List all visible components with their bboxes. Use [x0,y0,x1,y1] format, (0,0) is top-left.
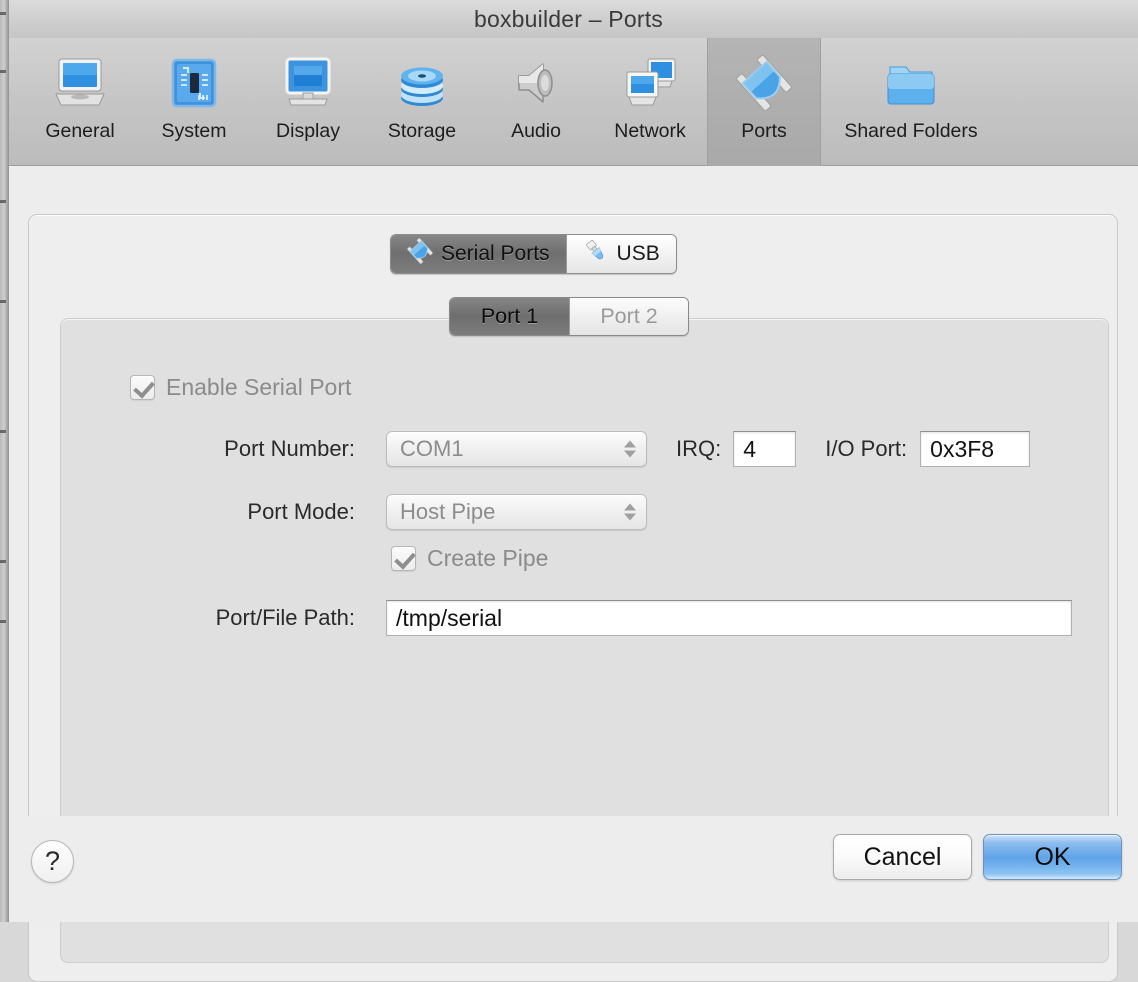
tab-usb-label: USB [616,242,660,265]
toolbar-item-display[interactable]: Display [251,38,365,166]
display-icon [277,52,339,114]
toolbar-label-audio: Audio [511,120,561,142]
create-pipe-row[interactable]: Create Pipe [391,545,548,572]
port-mode-select[interactable]: Host Pipe [386,494,647,530]
window-title: boxbuilder – Ports [474,5,663,32]
disk-stack-icon [391,52,453,114]
ok-button[interactable]: OK [983,834,1122,880]
monitor-icon [49,52,111,114]
background-window-strip [0,0,9,922]
network-icon [619,52,681,114]
enable-serial-port-label: Enable Serial Port [166,374,352,400]
create-pipe-checkbox[interactable] [391,546,416,571]
toolbar-item-audio[interactable]: Audio [479,38,593,166]
toolbar-label-ports: Ports [741,120,787,142]
toolbar-label-system: System [161,120,227,142]
port-mode-value: Host Pipe [400,499,496,524]
enable-serial-port-row[interactable]: Enable Serial Port [130,374,351,401]
io-port-label: I/O Port: [825,436,908,461]
toolbar-label-storage: Storage [387,120,457,142]
speaker-icon [505,52,567,114]
motherboard-icon [163,52,225,114]
port-number-stepper-icon[interactable] [624,440,636,458]
port-file-path-label: Port/File Path: [215,605,355,630]
tab-usb[interactable]: USB [565,235,676,273]
toolbar-item-storage[interactable]: Storage [365,38,479,166]
dialog-footer: ? Cancel OK [9,816,1138,922]
toolbar-label-general: General [45,120,115,142]
irq-label: IRQ: [676,436,722,461]
toolbar-item-network[interactable]: Network [593,38,707,166]
tab-serial-ports-label: Serial Ports [441,242,550,265]
tab-serial-ports[interactable]: Serial Ports [391,235,566,273]
cancel-button[interactable]: Cancel [833,834,972,880]
section-tab-bar: Serial Ports USB [390,234,677,274]
irq-input[interactable]: 4 [733,431,797,467]
usb-plug-icon [583,238,609,270]
ports-plug-icon [733,52,795,114]
enable-serial-port-checkbox[interactable] [130,375,155,400]
port-mode-stepper-icon[interactable] [624,503,636,521]
port-number-label: Port Number: [224,436,355,461]
toolbar-item-system[interactable]: System [137,38,251,166]
tab-port-2[interactable]: Port 2 [569,298,688,335]
toolbar-label-network: Network [614,120,686,142]
ports-plug-icon [407,237,433,270]
port-number-value: COM1 [400,436,464,461]
create-pipe-label: Create Pipe [427,545,549,571]
settings-dialog: boxbuilder – Ports General System Displa… [9,0,1138,982]
toolbar-item-shared-folders[interactable]: Shared Folders [821,38,1001,166]
tab-port-1[interactable]: Port 1 [450,298,569,335]
settings-toolbar: General System Display Storage Audio Net… [9,38,1138,166]
toolbar-label-shared-folders: Shared Folders [844,120,978,142]
port-number-select[interactable]: COM1 [386,431,647,467]
help-button[interactable]: ? [31,840,74,883]
port-tab-bar: Port 1 Port 2 [449,297,689,336]
title-bar[interactable]: boxbuilder – Ports [9,0,1138,38]
port-number-row: Port Number: COM1 IRQ: 4 I/O Port: 0x3F8 [61,431,1110,467]
toolbar-label-display: Display [276,120,340,142]
toolbar-item-general[interactable]: General [23,38,137,166]
port-mode-label: Port Mode: [247,499,355,524]
toolbar-item-ports[interactable]: Ports [707,38,821,166]
port-file-path-input[interactable]: /tmp/serial [386,600,1072,636]
dialog-body: Enable Serial Port Port Number: COM1 IRQ… [9,166,1138,982]
io-port-input[interactable]: 0x3F8 [920,431,1031,467]
port-file-path-row: Port/File Path: /tmp/serial [61,600,1110,636]
folder-icon [880,52,942,114]
port-mode-row: Port Mode: Host Pipe [61,494,1110,530]
